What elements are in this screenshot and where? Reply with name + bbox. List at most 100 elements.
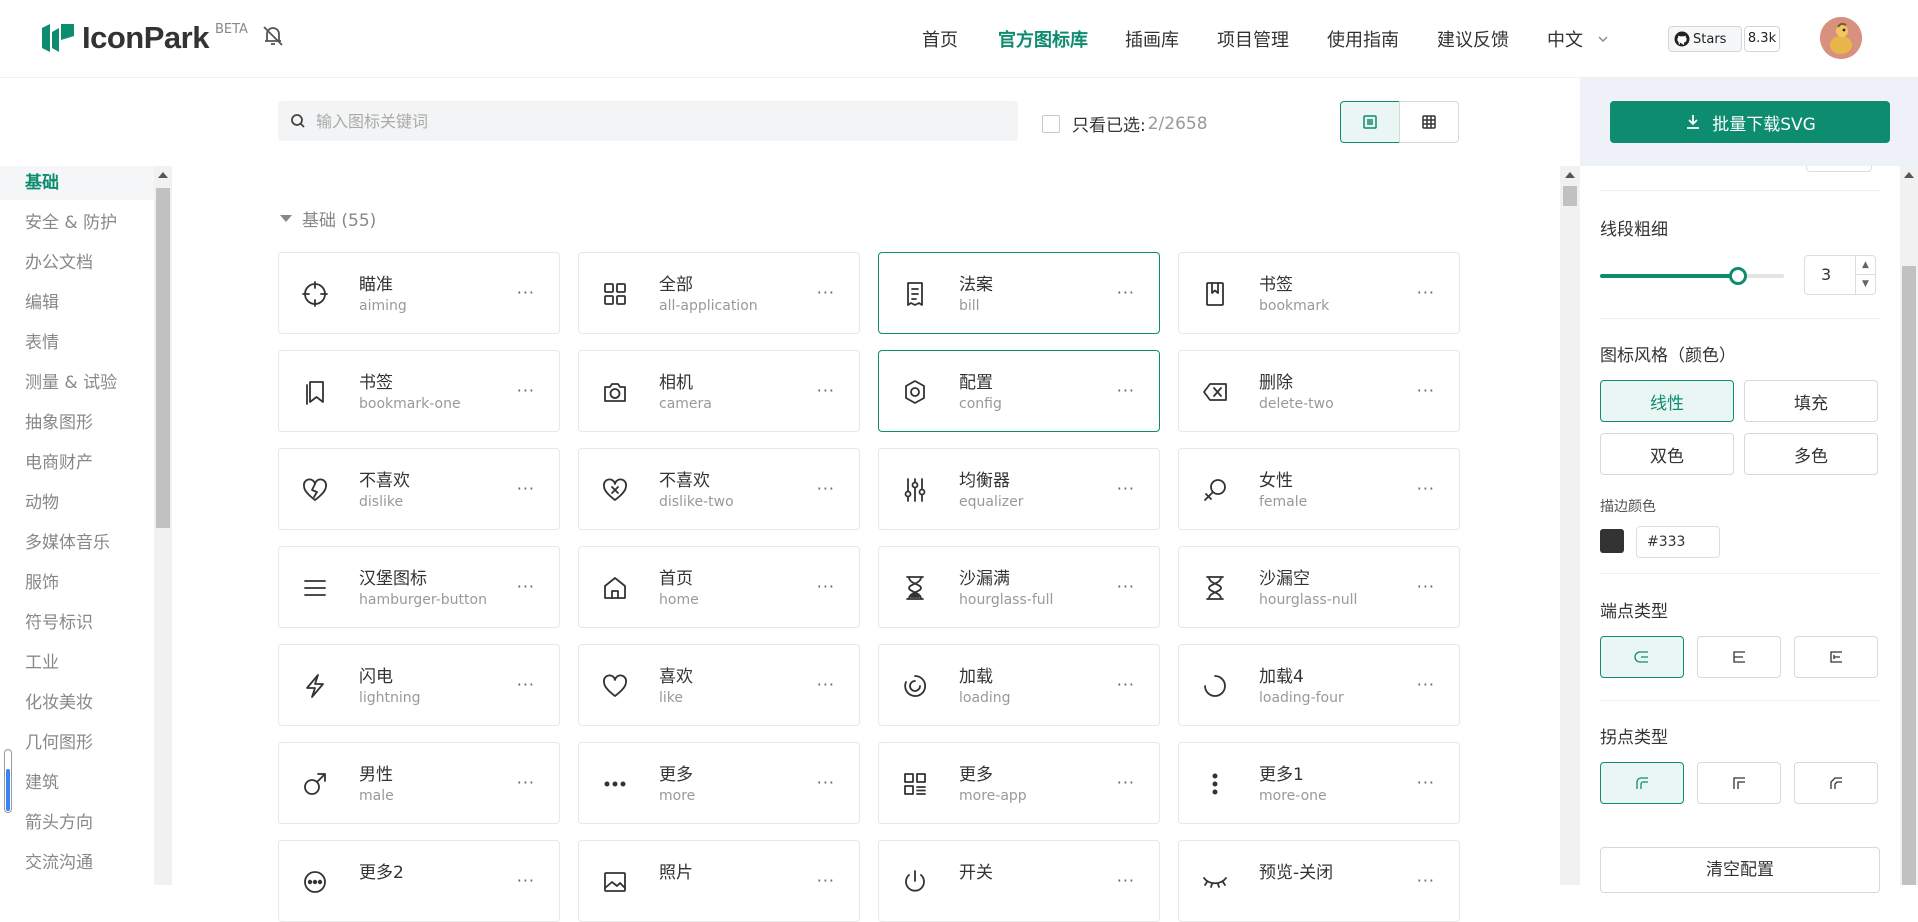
icon-card[interactable]: 法案 bill ··· [878,252,1160,334]
nav-item-home[interactable]: 首页 [922,26,958,52]
view-detail-button[interactable] [1340,101,1400,143]
icon-card[interactable]: 更多 more ··· [578,742,860,824]
sidebar-category[interactable]: 工业 [0,646,154,680]
icon-card[interactable]: 沙漏空 hourglass-null ··· [1178,546,1460,628]
style-filled-button[interactable]: 填充 [1744,380,1878,422]
sidebar-category[interactable]: 办公文档 [0,246,154,280]
stroke-width-stepper[interactable]: 3 ▲ ▼ [1804,255,1876,295]
icon-card[interactable]: 女性 female ··· [1178,448,1460,530]
sidebar-category[interactable]: 箭头方向 [0,806,154,840]
icon-card[interactable]: 男性 male ··· [278,742,560,824]
icon-card[interactable]: 不喜欢 dislike ··· [278,448,560,530]
stroke-color-swatch[interactable] [1600,529,1624,553]
icon-card[interactable]: 书签 bookmark ··· [1178,252,1460,334]
sidebar-category[interactable]: 电商财产 [0,446,154,480]
more-options-icon[interactable]: ··· [1117,283,1135,302]
github-stars-button[interactable]: Stars [1668,26,1742,52]
sidebar-category[interactable]: 基础 [0,166,154,200]
icon-card[interactable]: 瞄准 aiming ··· [278,252,560,334]
sidebar-category[interactable]: 符号标识 [0,606,154,640]
sidebar-category[interactable]: 几何图形 [0,726,154,760]
linecap-round-button[interactable] [1600,636,1684,678]
icon-card[interactable]: 删除 delete-two ··· [1178,350,1460,432]
icon-card[interactable]: 均衡器 equalizer ··· [878,448,1160,530]
icon-card[interactable]: 相机 camera ··· [578,350,860,432]
more-options-icon[interactable]: ··· [1417,381,1435,400]
more-options-icon[interactable]: ··· [517,773,535,792]
more-options-icon[interactable]: ··· [1417,871,1435,890]
panel-scrollbar[interactable] [1900,166,1918,885]
nav-item-icon-library[interactable]: 官方图标库 [998,26,1088,52]
linecap-butt-button[interactable] [1697,636,1781,678]
more-options-icon[interactable]: ··· [817,283,835,302]
icon-card[interactable]: 加载 loading ··· [878,644,1160,726]
icon-card[interactable]: 不喜欢 dislike-two ··· [578,448,860,530]
icon-card[interactable]: 更多2 ··· [278,840,560,922]
nav-item-projects[interactable]: 项目管理 [1217,26,1289,52]
only-selected-checkbox[interactable] [1042,114,1060,133]
stroke-width-slider[interactable] [1600,267,1784,285]
more-options-icon[interactable]: ··· [1117,577,1135,596]
only-selected-filter[interactable]: 只看已选: 2/2658 [1042,111,1208,136]
more-options-icon[interactable]: ··· [517,871,535,890]
sidebar-category[interactable]: 编辑 [0,286,154,320]
sidebar-category[interactable]: 动物 [0,486,154,520]
icon-card[interactable]: 配置 config ··· [878,350,1160,432]
more-options-icon[interactable]: ··· [817,381,835,400]
more-options-icon[interactable]: ··· [1417,773,1435,792]
more-options-icon[interactable]: ··· [517,675,535,694]
stepper-down-icon[interactable]: ▼ [1855,275,1875,294]
more-options-icon[interactable]: ··· [1117,675,1135,694]
more-options-icon[interactable]: ··· [517,479,535,498]
github-stars-count[interactable]: 8.3k [1744,26,1780,52]
more-options-icon[interactable]: ··· [1417,479,1435,498]
section-header[interactable]: 基础 (55) [280,206,376,231]
icon-card[interactable]: 闪电 lightning ··· [278,644,560,726]
slider-handle[interactable] [1729,267,1747,285]
sidebar-category[interactable]: 抽象图形 [0,406,154,440]
more-options-icon[interactable]: ··· [1117,773,1135,792]
icon-card[interactable]: 全部 all-application ··· [578,252,860,334]
sidebar-category[interactable]: 化妆美妆 [0,686,154,720]
icon-card[interactable]: 汉堡图标 hamburger-button ··· [278,546,560,628]
batch-download-button[interactable]: 批量下载SVG [1610,101,1890,143]
more-options-icon[interactable]: ··· [817,871,835,890]
more-options-icon[interactable]: ··· [1117,871,1135,890]
icon-card[interactable]: 预览-关闭 ··· [1178,840,1460,922]
icon-card[interactable]: 照片 ··· [578,840,860,922]
clear-config-button[interactable]: 清空配置 [1600,847,1880,893]
more-options-icon[interactable]: ··· [817,773,835,792]
more-options-icon[interactable]: ··· [1117,381,1135,400]
chevron-down-icon[interactable] [1597,33,1609,45]
linejoin-round-button[interactable] [1600,762,1684,804]
sidebar-category[interactable]: 安全 & 防护 [0,206,154,240]
more-options-icon[interactable]: ··· [1117,479,1135,498]
icon-card[interactable]: 更多1 more-one ··· [1178,742,1460,824]
more-options-icon[interactable]: ··· [517,577,535,596]
search-input[interactable] [316,101,1006,141]
stepper-up-icon[interactable]: ▲ [1855,256,1875,275]
nav-item-illustrations[interactable]: 插画库 [1125,26,1179,52]
linejoin-miter-button[interactable] [1697,762,1781,804]
view-grid-button[interactable] [1399,101,1459,143]
stroke-color-input[interactable]: #333 [1636,526,1720,558]
nav-item-guide[interactable]: 使用指南 [1327,26,1399,52]
icon-card[interactable]: 沙漏满 hourglass-full ··· [878,546,1160,628]
nav-item-language[interactable]: 中文 [1547,26,1583,52]
linecap-square-button[interactable] [1794,636,1878,678]
linejoin-bevel-button[interactable] [1794,762,1878,804]
sidebar-category[interactable]: 建筑 [0,766,154,800]
sidebar-scrollbar[interactable] [154,166,172,885]
style-multi-color-button[interactable]: 多色 [1744,433,1878,475]
icon-card[interactable]: 书签 bookmark-one ··· [278,350,560,432]
icon-card[interactable]: 首页 home ··· [578,546,860,628]
more-options-icon[interactable]: ··· [517,381,535,400]
more-options-icon[interactable]: ··· [517,283,535,302]
more-options-icon[interactable]: ··· [1417,675,1435,694]
more-options-icon[interactable]: ··· [817,479,835,498]
style-two-tone-button[interactable]: 双色 [1600,433,1734,475]
bell-off-icon[interactable] [260,23,286,49]
sidebar-category[interactable]: 服饰 [0,566,154,600]
more-options-icon[interactable]: ··· [817,675,835,694]
more-options-icon[interactable]: ··· [1417,283,1435,302]
